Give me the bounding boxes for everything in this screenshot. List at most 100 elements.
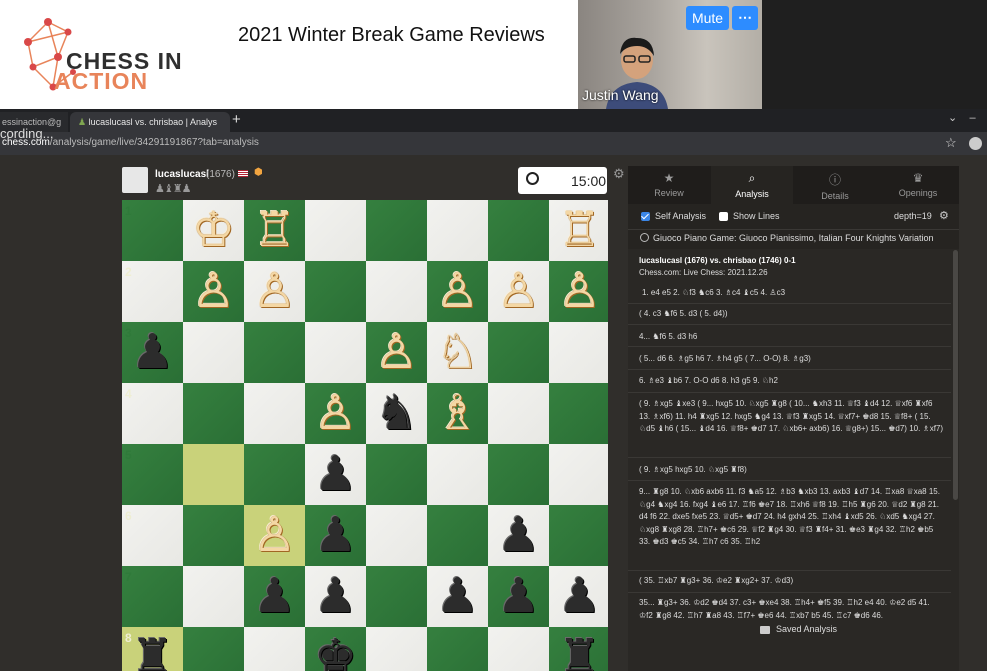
rank-label: 5 [125,448,132,462]
board-square[interactable] [549,383,608,444]
black-piece[interactable]: ♟ [244,566,305,627]
black-piece[interactable]: ♟ [549,566,608,627]
engine-settings-gear-icon[interactable]: ⚙ [939,209,949,222]
board-square[interactable] [549,444,608,505]
white-piece[interactable]: ♗ [427,383,488,444]
board-square[interactable] [183,566,244,627]
board-square[interactable] [488,383,549,444]
mute-button[interactable]: Mute [686,6,729,30]
board-square[interactable] [427,444,488,505]
white-piece[interactable]: ♖ [549,200,608,261]
white-piece[interactable]: ♙ [183,261,244,322]
board-square[interactable] [244,444,305,505]
board-square[interactable] [488,322,549,383]
game-header-site: Chess.com: Live Chess: 2021.12.26 [639,268,768,277]
badge-icon: ⬢ [254,167,263,178]
rank-label: 1 [125,204,132,218]
board-square[interactable] [183,627,244,671]
more-options-button[interactable]: ⋯ [732,6,758,30]
show-lines-checkbox[interactable] [719,212,728,221]
black-piece[interactable]: ♜ [122,627,183,671]
pawn-icon: ♟ [78,117,87,127]
board-square[interactable] [427,200,488,261]
board-square[interactable] [427,505,488,566]
board-square[interactable] [305,261,366,322]
move-variation[interactable]: ( 9. ♗xg5 hxg5 10. ♘xg5 ♜f8) [639,464,944,477]
board-square[interactable] [366,261,427,322]
game-header-players: lucaslucasl (1676) vs. chrisbao (1746) 0… [639,256,796,265]
board-square[interactable] [488,200,549,261]
board-square[interactable] [244,627,305,671]
captured-pieces: ♟♝♜♟ [155,183,191,195]
black-piece[interactable]: ♟ [427,566,488,627]
move-line[interactable]: 9... ♜g8 10. ♘xb6 axb6 11. f3 ♞a5 12. ♗b… [639,486,944,549]
white-piece[interactable]: ♙ [549,261,608,322]
tab-openings[interactable]: ♛ Openings [877,166,959,204]
white-piece[interactable]: ♘ [427,322,488,383]
board-square[interactable] [366,444,427,505]
opening-name[interactable]: Giuoco Piano Game: Giuoco Pianissimo, It… [653,233,933,243]
recording-indicator: cording... [0,126,54,141]
board-square[interactable] [549,505,608,566]
move-line[interactable]: 4... ♞f6 5. d3 h6 [639,331,944,344]
board-square[interactable] [305,322,366,383]
white-piece[interactable]: ♙ [305,383,366,444]
board-square[interactable] [183,444,244,505]
board-settings-gear-icon[interactable]: ⚙ [613,166,625,182]
scrollbar[interactable] [953,250,958,500]
white-piece[interactable]: ♙ [244,505,305,566]
browser-tab-chess[interactable]: ♟ lucaslucasl vs. chrisbao | Analys 🔈 ✕ [70,112,230,147]
board-square[interactable] [366,566,427,627]
board-square[interactable] [488,627,549,671]
move-variation[interactable]: ( 9. ♗xg5 ♝xe3 ( 9... hxg5 10. ♘xg5 ♜g8 … [639,398,944,436]
board-square[interactable] [183,383,244,444]
tab-review[interactable]: ★ Review [628,166,710,204]
black-piece[interactable]: ♚ [305,627,366,671]
profile-avatar-icon[interactable] [969,137,982,150]
chevron-down-icon[interactable]: ⌄ – [948,111,976,124]
tab-details[interactable]: ⓘ Details [794,166,876,204]
chess-board[interactable]: 1 2 3 4 5 6 7 8 ♔ ♖ ♖ ♙ ♙ ♙ ♙ ♙ ♟ ♙ ♘ ♙ ♞ ♗ ♟ ♙ ♟ ♟ ♟ ♟ ♟ ♟ ♟ ♜ ♚ ♜ [122,200,608,671]
player-avatar[interactable] [122,167,148,193]
move-variation[interactable]: ( 35. ♖xb7 ♜g3+ 36. ♔e2 ♜xg2+ 37. ♔d3) [639,575,944,588]
black-piece[interactable]: ♟ [305,444,366,505]
white-piece[interactable]: ♖ [244,200,305,261]
black-piece[interactable]: ♜ [549,627,608,671]
player-name[interactable]: lucaslucasl [155,169,209,180]
move-line[interactable]: 35... ♜g3+ 36. ♔d2 ♚d4 37. c3+ ♚xe4 38. … [639,597,944,622]
player-rating: (1676) [206,169,235,180]
self-analysis-label: Self Analysis [655,211,707,221]
board-square[interactable] [549,322,608,383]
white-piece[interactable]: ♙ [366,322,427,383]
black-piece[interactable]: ♟ [122,322,183,383]
black-piece[interactable]: ♟ [305,566,366,627]
board-square[interactable] [183,505,244,566]
board-square[interactable] [366,627,427,671]
board-square[interactable] [366,505,427,566]
move-variation[interactable]: ( 4. c3 ♞f6 5. d3 ( 5. d4)) [639,308,944,321]
saved-analysis-button[interactable]: Saved Analysis [776,624,837,634]
move-line[interactable]: 1. e4 e5 2. ♘f3 ♞c6 3. ♗c4 ♝c5 4. ♙c3 [642,287,947,300]
board-square[interactable] [427,627,488,671]
tab-analysis[interactable]: ⌕ Analysis [711,166,793,204]
board-square[interactable] [244,322,305,383]
board-square[interactable] [244,383,305,444]
board-square[interactable] [305,200,366,261]
white-piece[interactable]: ♙ [244,261,305,322]
self-analysis-checkbox[interactable] [641,212,650,221]
black-piece[interactable]: ♟ [488,505,549,566]
move-line[interactable]: 6. ♗e3 ♝b6 7. O-O d6 8. h3 g5 9. ♘h2 [639,375,944,388]
white-piece[interactable]: ♔ [183,200,244,261]
bookmark-star-icon[interactable]: ☆ [945,135,957,151]
tab-label: Details [821,191,849,201]
black-piece[interactable]: ♞ [366,383,427,444]
white-piece[interactable]: ♙ [488,261,549,322]
board-square[interactable] [488,444,549,505]
board-square[interactable] [183,322,244,383]
white-piece[interactable]: ♙ [427,261,488,322]
new-tab-icon[interactable]: + [232,111,241,128]
black-piece[interactable]: ♟ [488,566,549,627]
black-piece[interactable]: ♟ [305,505,366,566]
board-square[interactable] [366,200,427,261]
move-variation[interactable]: ( 5... d6 6. ♗g5 h6 7. ♗h4 g5 ( 7... O-O… [639,353,944,366]
